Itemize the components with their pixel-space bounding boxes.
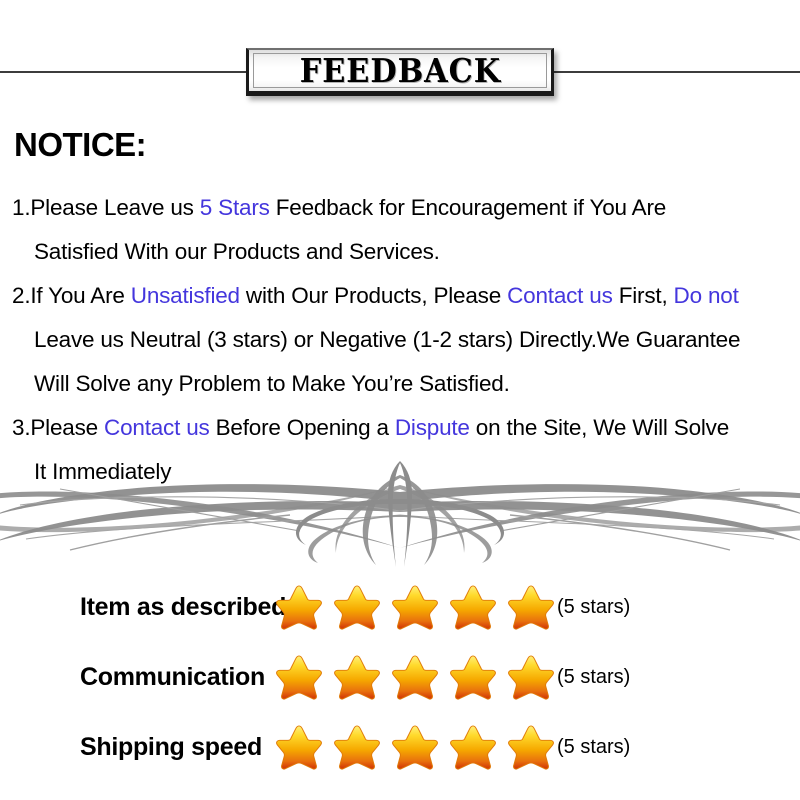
star-icon[interactable] xyxy=(391,654,439,700)
rating-label: Communication xyxy=(80,662,265,691)
rating-count-label: (5 stars) xyxy=(557,665,631,688)
star-icon[interactable] xyxy=(507,724,555,770)
star-icon[interactable] xyxy=(275,654,323,700)
notice-text: on the Site, We Will Solve xyxy=(469,415,730,440)
notice-highlight-text: Contact us xyxy=(104,415,210,440)
rating-count-label: (5 stars) xyxy=(557,595,631,618)
notice-line: Satisfied With our Products and Services… xyxy=(12,230,800,274)
notice-highlight-text: Unsatisfied xyxy=(130,283,240,308)
notice-list: 1.Please Leave us 5 Stars Feedback for E… xyxy=(12,186,800,494)
notice-line: 3.Please Contact us Before Opening a Dis… xyxy=(12,406,800,450)
ornamental-flourish-divider-icon xyxy=(0,455,800,570)
star-icon[interactable] xyxy=(275,584,323,630)
star-icon[interactable] xyxy=(333,584,381,630)
notice-text: First, xyxy=(612,283,674,308)
notice-text: 2.If You Are xyxy=(12,283,131,308)
header-banner-area: FEEDBACK xyxy=(0,0,800,110)
rating-label: Shipping speed xyxy=(80,732,262,761)
banner-title: FEEDBACK xyxy=(299,51,501,90)
notice-text: with Our Products, Please xyxy=(239,283,508,308)
ratings-section: Item as described (5 stars) Communication (… xyxy=(0,572,800,782)
star-icon[interactable] xyxy=(507,654,555,700)
star-icon[interactable] xyxy=(449,724,497,770)
rating-row: Item as described (5 stars) xyxy=(0,572,800,642)
notice-line: 2.If You Are Unsatisfied with Our Produc… xyxy=(12,274,800,318)
notice-highlight-text: Contact us xyxy=(507,283,613,308)
rating-label: Item as described xyxy=(80,592,287,621)
star-icon[interactable] xyxy=(333,724,381,770)
notice-highlight-text: Dispute xyxy=(394,415,470,440)
notice-text: Feedback for Encouragement if You Are xyxy=(269,195,667,220)
star-icon[interactable] xyxy=(507,584,555,630)
notice-text: Before Opening a xyxy=(209,415,395,440)
notice-text: Will Solve any Problem to Make You’re Sa… xyxy=(34,371,510,396)
star-icon[interactable] xyxy=(449,654,497,700)
notice-line: 1.Please Leave us 5 Stars Feedback for E… xyxy=(12,186,800,230)
star-icon[interactable] xyxy=(391,584,439,630)
rating-row: Shipping speed (5 stars) xyxy=(0,712,800,782)
notice-text: Leave us Neutral (3 stars) or Negative (… xyxy=(34,327,741,352)
star-icon[interactable] xyxy=(333,654,381,700)
rating-stars[interactable] xyxy=(275,584,555,630)
rating-stars[interactable] xyxy=(275,654,555,700)
notice-text: 3.Please xyxy=(12,415,105,440)
notice-text: 1.Please Leave us xyxy=(12,195,200,220)
notice-heading: NOTICE: xyxy=(14,126,147,163)
notice-highlight-text: 5 Stars xyxy=(199,195,270,220)
notice-line: Leave us Neutral (3 stars) or Negative (… xyxy=(12,318,800,362)
star-icon[interactable] xyxy=(275,724,323,770)
rating-count-label: (5 stars) xyxy=(557,735,631,758)
notice-highlight-text: Do not xyxy=(673,283,739,308)
notice-line: Will Solve any Problem to Make You’re Sa… xyxy=(12,362,800,406)
notice-text: Satisfied With our Products and Services… xyxy=(34,239,440,264)
feedback-banner: FEEDBACK xyxy=(246,48,554,96)
rating-row: Communication (5 stars) xyxy=(0,642,800,712)
rating-stars[interactable] xyxy=(275,724,555,770)
star-icon[interactable] xyxy=(449,584,497,630)
star-icon[interactable] xyxy=(391,724,439,770)
